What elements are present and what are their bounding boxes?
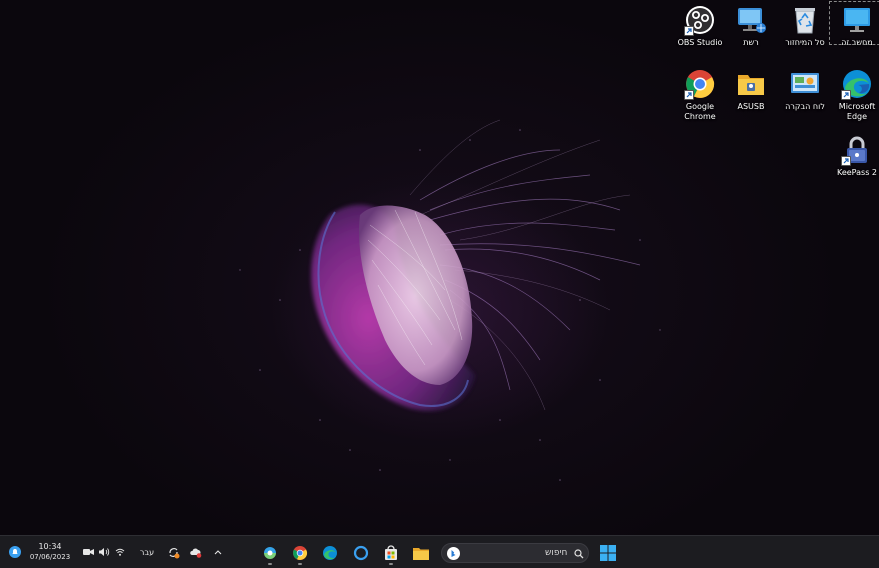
taskbar-cortana-icon[interactable] (350, 540, 372, 566)
taskbar-file-explorer-icon[interactable] (410, 540, 432, 566)
search-placeholder: חיפוש (545, 548, 568, 558)
running-indicator (268, 563, 272, 565)
desktop-icon-control-panel[interactable]: לוח הבקרה (778, 68, 832, 112)
recycle-bin-icon (789, 4, 821, 36)
taskbar-search-box[interactable]: חיפוש (441, 543, 589, 563)
desktop-icon-recycle-bin[interactable]: סל המיחזור (778, 4, 832, 48)
windows-start-icon[interactable] (597, 542, 619, 564)
desktop-icon-label: KeePass 2 (836, 168, 878, 177)
bing-icon (447, 547, 460, 560)
running-indicator (389, 563, 393, 565)
wifi-icon[interactable] (114, 547, 126, 557)
desktop-icon-microsoft-edge[interactable]: Microsoft Edge (830, 68, 879, 122)
desktop[interactable]: OBS Studio רשת סל המיחזור מחשב זה Google… (0, 0, 879, 535)
shortcut-arrow-icon (841, 156, 851, 166)
shortcut-arrow-icon (684, 90, 694, 100)
desktop-icon-obs-studio[interactable]: OBS Studio (673, 4, 727, 48)
shortcut-arrow-icon (684, 26, 694, 36)
clock-date: 07/06/2023 (29, 553, 71, 561)
taskbar: 10:34 07/06/2023 עבר חיפוש (0, 535, 879, 568)
taskbar-chrome-icon[interactable] (289, 540, 311, 566)
chrome-icon (684, 68, 716, 100)
taskbar-edge-icon[interactable] (319, 540, 341, 566)
search-icon (573, 548, 584, 559)
taskbar-store-icon[interactable] (380, 540, 402, 566)
keepass-icon (841, 134, 873, 166)
network-icon (735, 4, 767, 36)
obs-icon (684, 4, 716, 36)
sync-warning-icon[interactable] (166, 545, 180, 559)
taskbar-copilot-icon[interactable] (259, 540, 281, 566)
desktop-icon-label: רשת (743, 38, 759, 47)
running-indicator (298, 563, 302, 565)
desktop-icon-label: Google Chrome (684, 102, 716, 121)
camera-icon[interactable] (82, 547, 94, 557)
edge-icon (841, 68, 873, 100)
desktop-icon-this-pc[interactable]: מחשב זה (829, 1, 879, 47)
desktop-icon-label: Microsoft Edge (838, 102, 876, 121)
desktop-icon-asusb[interactable]: ASUSB (724, 68, 778, 112)
desktop-icon-label: מחשב זה (841, 38, 873, 47)
desktop-icon-network[interactable]: רשת (724, 4, 778, 48)
desktop-icon-label: סל המיחזור (785, 38, 825, 47)
volume-icon[interactable] (97, 546, 111, 558)
show-hidden-icons-chevron-icon[interactable] (212, 546, 224, 558)
cloud-error-icon[interactable] (188, 545, 202, 559)
clock-time: 10:34 (38, 542, 62, 551)
clock[interactable]: 10:34 07/06/2023 (26, 540, 74, 564)
shortcut-arrow-icon (841, 90, 851, 100)
this-pc-icon (841, 4, 873, 36)
notification-bell-icon[interactable] (8, 545, 22, 559)
desktop-icon-keepass[interactable]: KeePass 2 (830, 134, 879, 178)
folder-icon (735, 68, 767, 100)
desktop-icon-label: ASUSB (737, 102, 765, 111)
language-indicator[interactable]: עבר (134, 544, 160, 560)
desktop-icon-google-chrome[interactable]: Google Chrome (673, 68, 727, 122)
control-panel-icon (789, 68, 821, 100)
desktop-icon-label: לוח הבקרה (785, 102, 825, 111)
desktop-icon-label: OBS Studio (677, 38, 723, 47)
